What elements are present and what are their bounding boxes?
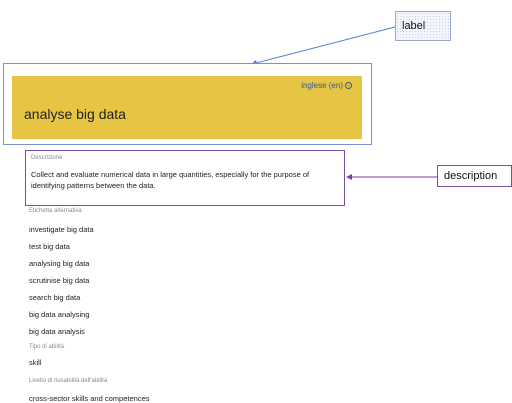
alternative-label-item: big data analysing bbox=[29, 310, 90, 319]
skill-title: analyse big data bbox=[24, 106, 126, 122]
alternative-label-item: search big data bbox=[29, 293, 81, 302]
alternative-label-item: analysing big data bbox=[29, 259, 90, 268]
skill-type-value: skill bbox=[29, 358, 42, 367]
description-caption: Descrizione bbox=[31, 155, 63, 161]
language-selector[interactable]: inglese (en) − bbox=[301, 81, 352, 90]
alternative-label-item: scrutinise big data bbox=[29, 276, 90, 285]
description-callout: description bbox=[437, 165, 512, 187]
alternative-label-item: test big data bbox=[29, 242, 70, 251]
label-callout: label bbox=[395, 11, 451, 41]
reuse-level-value: cross-sector skills and competences bbox=[29, 394, 150, 403]
label-arrow bbox=[251, 26, 396, 66]
alternative-labels-caption: Etichetta alternativa bbox=[29, 208, 82, 214]
circle-minus-icon[interactable]: − bbox=[345, 82, 352, 89]
label-card: inglese (en) − analyse big data bbox=[3, 63, 372, 145]
alternative-label-item: investigate big data bbox=[29, 225, 94, 234]
skill-type-caption: Tipo di abilità bbox=[29, 344, 65, 350]
alternative-label-item: big data analysis bbox=[29, 327, 85, 336]
language-label: inglese (en) bbox=[301, 81, 343, 90]
description-text: Collect and evaluate numerical data in l… bbox=[31, 170, 310, 190]
description-box: Descrizione Collect and evaluate numeric… bbox=[25, 150, 345, 206]
label-banner: inglese (en) − analyse big data bbox=[12, 76, 362, 139]
reuse-level-caption: Livello di riusabilità dell'abilità bbox=[29, 378, 108, 384]
